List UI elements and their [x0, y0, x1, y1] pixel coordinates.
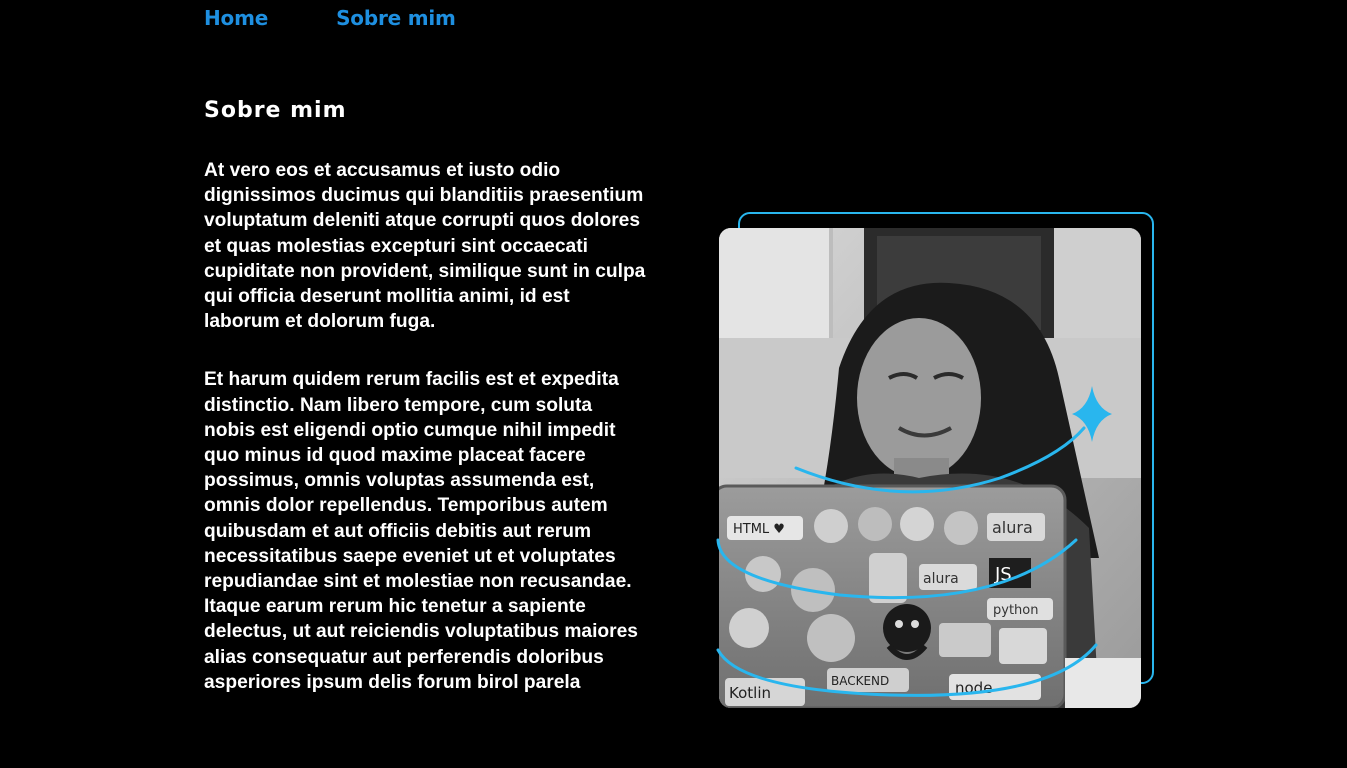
github-octocat-icon — [883, 604, 931, 660]
sticker-node: node — [955, 679, 992, 697]
sticker-python: python — [993, 603, 1038, 618]
about-paragraph-2: Et harum quidem rerum facilis est et exp… — [204, 369, 638, 693]
sticker-backend: BACKEND — [831, 674, 889, 688]
sticker-html: HTML ♥ — [733, 522, 785, 537]
sticker-kotlin: Kotlin — [729, 684, 771, 702]
about-paragraph-1: At vero eos et accusamus et iusto odio d… — [204, 160, 646, 333]
nav-link-about[interactable]: Sobre mim — [336, 6, 456, 30]
main-nav: Home Sobre mim — [204, 6, 456, 30]
profile-photo: HTML ♥ alura JS python alura BACKEND nod… — [719, 228, 1141, 708]
nav-link-home[interactable]: Home — [204, 6, 268, 30]
about-text: At vero eos et accusamus et iusto odio d… — [204, 158, 646, 728]
sticker-alura-1: alura — [992, 518, 1033, 537]
sticker-js: JS — [994, 564, 1012, 585]
sticker-alura-2: alura — [923, 571, 959, 587]
section-title: Sobre mim — [204, 98, 347, 123]
